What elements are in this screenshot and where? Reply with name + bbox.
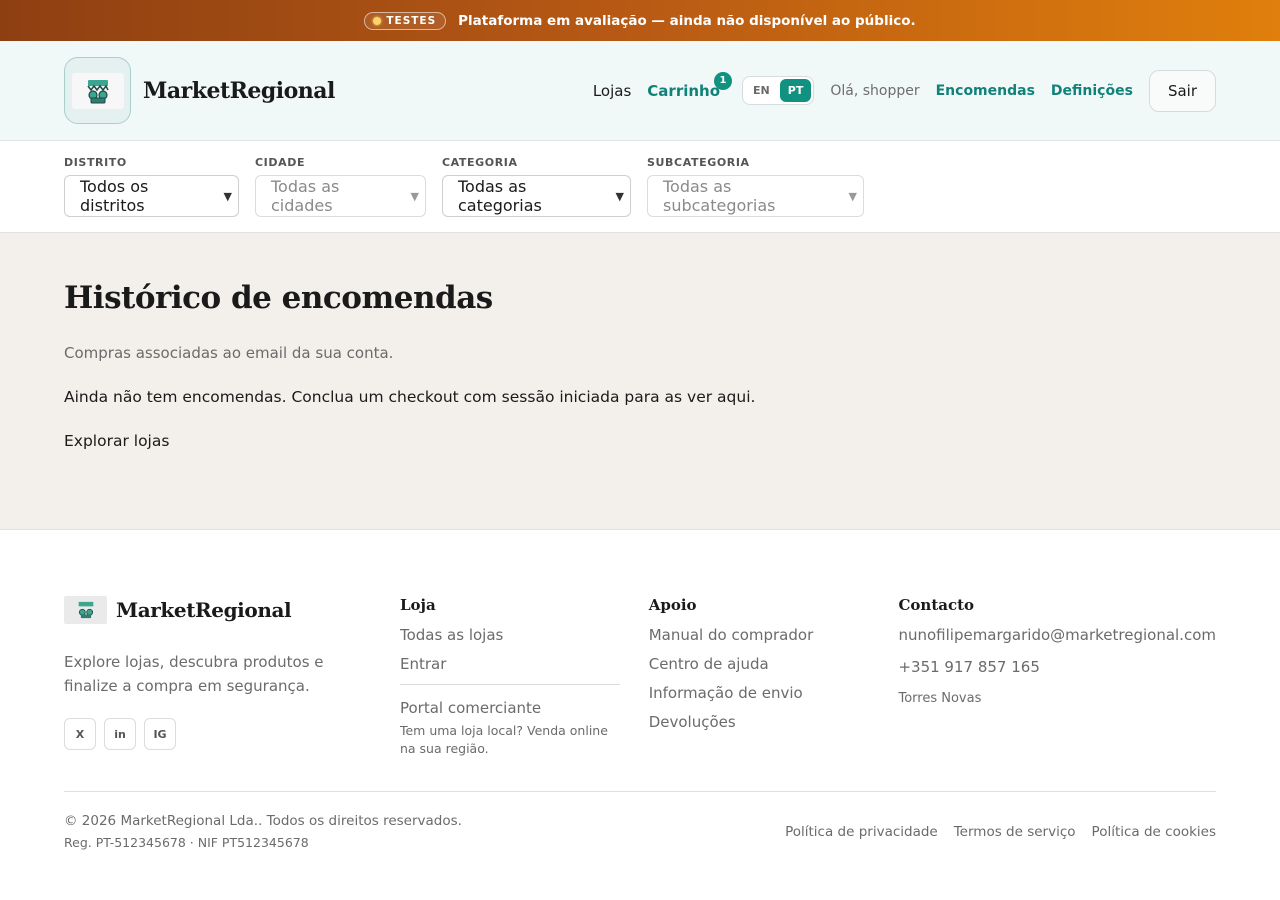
copyright-text: © 2026 MarketRegional Lda.. Todos os dir…: [64, 813, 462, 829]
district-filter: DISTRITO Todos os distritos ▼: [64, 156, 239, 232]
chevron-down-icon: ▼: [223, 189, 232, 203]
city-filter: CIDADE Todas as cidades ▼: [255, 156, 426, 232]
brand-name: MarketRegional: [143, 77, 335, 104]
status-dot-icon: [373, 16, 382, 25]
instagram-icon[interactable]: IG: [144, 718, 176, 750]
city-select[interactable]: Todas as cidades ▼: [255, 175, 426, 217]
footer-support-column: Apoio Manual do comprador Centro de ajud…: [649, 596, 899, 758]
user-greeting: Olá, shopper: [830, 82, 920, 99]
merchant-portal-link[interactable]: Portal comerciante: [400, 699, 649, 717]
empty-state-message: Ainda não tem encomendas. Conclua um che…: [64, 388, 756, 406]
chevron-down-icon: ▼: [410, 189, 419, 203]
footer-bottom: © 2026 MarketRegional Lda.. Todos os dir…: [64, 791, 1216, 850]
logo: [64, 57, 131, 124]
footer-link-buyer-guide[interactable]: Manual do comprador: [649, 626, 899, 644]
explore-stores-link[interactable]: Explorar lojas: [64, 432, 169, 450]
footer-link-returns[interactable]: Devoluções: [649, 713, 899, 731]
store-logo-icon: [64, 596, 107, 624]
subcategory-filter: SUBCATEGORIA Todas as subcategorias ▼: [647, 156, 864, 232]
footer-store-column: Loja Todas as lojas Entrar Portal comerc…: [399, 596, 649, 758]
site-header: MarketRegional Lojas Carrinho 1 EN PT Ol…: [0, 41, 1280, 141]
city-label: CIDADE: [255, 156, 306, 169]
registration-text: Reg. PT-512345678 · NIF PT512345678: [64, 835, 309, 850]
x-icon[interactable]: X: [64, 718, 96, 750]
footer-contact-column: Contacto nunofilipemargarido@marketregio…: [898, 596, 1216, 758]
footer-link-login[interactable]: Entrar: [400, 655, 649, 673]
site-footer: MarketRegional Explore lojas, descubra p…: [0, 530, 1280, 850]
footer-link-help-center[interactable]: Centro de ajuda: [649, 655, 899, 673]
chevron-down-icon: ▼: [848, 189, 857, 203]
footer-store-heading: Loja: [399, 596, 436, 614]
footer-brand-column: MarketRegional Explore lojas, descubra p…: [64, 596, 400, 758]
page-title: Histórico de encomendas: [64, 280, 493, 316]
subcategory-select[interactable]: Todas as subcategorias ▼: [647, 175, 864, 217]
nav-settings[interactable]: Definições: [1051, 83, 1133, 99]
merchant-portal-description: Tem uma loja local? Venda online na sua …: [399, 723, 608, 756]
brand-link[interactable]: MarketRegional: [64, 57, 335, 124]
category-select[interactable]: Todas as categorias ▼: [442, 175, 631, 217]
footer-link-all-stores[interactable]: Todas as lojas: [400, 626, 649, 644]
test-badge: TESTES: [364, 11, 447, 30]
social-links: X in IG: [64, 718, 400, 750]
cart-count-badge: 1: [714, 71, 733, 90]
logout-button[interactable]: Sair: [1148, 69, 1216, 112]
privacy-policy-link[interactable]: Política de privacidade: [785, 824, 938, 840]
footer-description: Explore lojas, descubra produtos e final…: [64, 653, 324, 695]
district-select[interactable]: Todos os distritos ▼: [64, 175, 239, 217]
filter-bar: DISTRITO Todos os distritos ▼ CIDADE Tod…: [0, 141, 1280, 233]
main-nav: Lojas Carrinho 1 EN PT Olá, shopper Enco…: [593, 69, 1216, 112]
store-logo-icon: [71, 72, 124, 109]
contact-city: Torres Novas: [898, 691, 982, 706]
nav-cart[interactable]: Carrinho 1: [647, 71, 733, 100]
contact-phone-link[interactable]: +351 917 857 165: [898, 658, 1216, 676]
city-value: Todas as cidades: [271, 177, 340, 215]
nav-stores[interactable]: Lojas: [593, 82, 631, 100]
test-badge-label: TESTES: [386, 14, 437, 27]
contact-email-link[interactable]: nunofilipemargarido@marketregional.com: [898, 626, 1216, 644]
language-switcher: EN PT: [742, 76, 815, 105]
category-label: CATEGORIA: [442, 156, 518, 169]
cookie-policy-link[interactable]: Política de cookies: [1092, 824, 1216, 840]
banner-text: Plataforma em avaliação — ainda não disp…: [458, 12, 916, 29]
footer-brand[interactable]: MarketRegional: [64, 596, 400, 624]
category-value: Todas as categorias: [458, 177, 542, 215]
district-label: DISTRITO: [64, 156, 127, 169]
category-filter: CATEGORIA Todas as categorias ▼: [442, 156, 631, 232]
footer-link-shipping-info[interactable]: Informação de envio: [649, 684, 899, 702]
chevron-down-icon: ▼: [615, 189, 624, 203]
legal-links: Política de privacidade Termos de serviç…: [785, 813, 1216, 850]
main-content: Histórico de encomendas Compras associad…: [0, 233, 1280, 530]
footer-divider: [399, 684, 620, 685]
terms-link[interactable]: Termos de serviço: [954, 824, 1076, 840]
subcategory-value: Todas as subcategorias: [663, 177, 776, 215]
district-value: Todos os distritos: [80, 177, 149, 215]
lang-en-button[interactable]: EN: [745, 79, 778, 102]
nav-cart-label: Carrinho: [647, 81, 721, 100]
page-subtitle: Compras associadas ao email da sua conta…: [64, 344, 394, 362]
subcategory-label: SUBCATEGORIA: [647, 156, 750, 169]
footer-contact-heading: Contacto: [898, 596, 975, 614]
footer-brand-name: MarketRegional: [116, 598, 292, 622]
test-banner: TESTES Plataforma em avaliação — ainda n…: [0, 0, 1280, 41]
linkedin-icon[interactable]: in: [104, 718, 136, 750]
nav-orders[interactable]: Encomendas: [936, 83, 1035, 99]
lang-pt-button[interactable]: PT: [779, 79, 812, 102]
footer-support-heading: Apoio: [648, 596, 697, 614]
